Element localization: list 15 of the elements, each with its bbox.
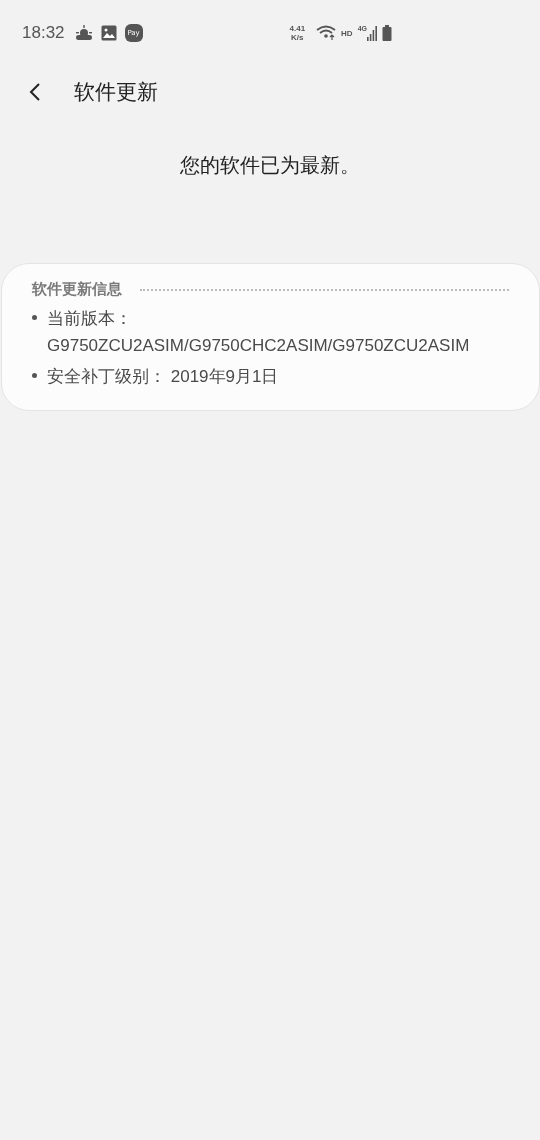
status-time: 18:32 [22, 23, 65, 43]
card-title: 软件更新信息 [32, 280, 122, 299]
page-title: 软件更新 [74, 79, 158, 106]
info-item: 安全补丁级别： 2019年9月1日 [47, 366, 279, 388]
weather-icon [74, 25, 93, 41]
wifi-icon [316, 25, 337, 41]
network-speed: 4.41 K/s [289, 24, 306, 42]
image-icon [100, 25, 117, 41]
signal-icon [367, 25, 377, 41]
status-message: 您的软件已为最新。 [179, 152, 361, 179]
bullet-icon [32, 315, 37, 320]
battery-icon [382, 25, 392, 41]
hd-label: HD [341, 28, 353, 38]
info-item: 当前版本：G9750ZCU2ASIM/G9750CHC2ASIM/G9750ZCU2ASIM [47, 308, 471, 357]
bullet-icon [32, 373, 37, 378]
